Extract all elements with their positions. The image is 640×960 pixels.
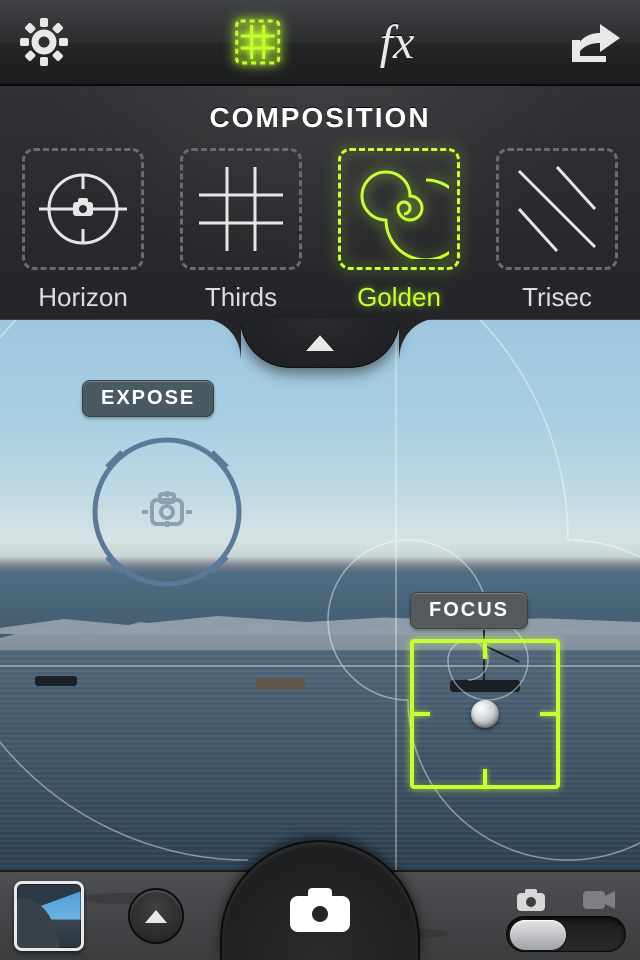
effects-button[interactable]: fx (380, 15, 415, 70)
share-button[interactable] (566, 12, 626, 72)
thirds-icon (191, 159, 291, 259)
video-icon (582, 888, 616, 912)
composition-option-horizon[interactable]: Horizon (8, 148, 158, 313)
camera-viewfinder[interactable]: EXPOSE FOCUS (0, 320, 640, 870)
composition-option-thirds[interactable]: Thirds (166, 148, 316, 313)
focus-reticle-icon (410, 639, 560, 789)
panel-collapse-handle[interactable] (240, 318, 400, 368)
composition-label: Trisec (482, 282, 632, 313)
options-button[interactable] (128, 888, 184, 944)
chevron-up-icon (145, 910, 167, 923)
panel-title: COMPOSITION (0, 86, 640, 134)
switch-knob (510, 920, 566, 950)
expose-label: EXPOSE (82, 380, 214, 417)
focus-label: FOCUS (410, 592, 528, 629)
share-icon (570, 20, 622, 64)
expose-reticle-icon (82, 427, 252, 597)
horizon-icon (33, 159, 133, 259)
composition-label: Thirds (166, 282, 316, 313)
mode-switch[interactable] (506, 916, 626, 952)
composition-panel: COMPOSITION Horizon (0, 86, 640, 320)
trisec-icon (507, 159, 607, 259)
settings-button[interactable] (14, 12, 74, 72)
chevron-up-icon (306, 335, 334, 351)
gear-icon (20, 18, 68, 66)
scene-boat (35, 676, 77, 686)
focus-control[interactable]: FOCUS (410, 592, 560, 789)
scene-boat (256, 678, 306, 690)
composition-option-golden[interactable]: Golden (324, 148, 474, 313)
focus-point-icon (471, 700, 499, 728)
capture-mode-toggle[interactable] (506, 888, 626, 952)
grid-icon (235, 19, 281, 65)
composition-button[interactable] (226, 10, 290, 74)
golden-icon (349, 159, 449, 259)
last-photo-thumbnail[interactable] (14, 881, 84, 951)
composition-label: Horizon (8, 282, 158, 313)
top-toolbar: fx (0, 0, 640, 86)
camera-small-icon (516, 888, 546, 912)
expose-control[interactable]: EXPOSE (82, 380, 252, 597)
composition-label: Golden (324, 282, 474, 313)
bottom-toolbar (0, 870, 640, 960)
composition-option-trisec[interactable]: Trisec (482, 148, 632, 313)
camera-icon (288, 886, 352, 934)
